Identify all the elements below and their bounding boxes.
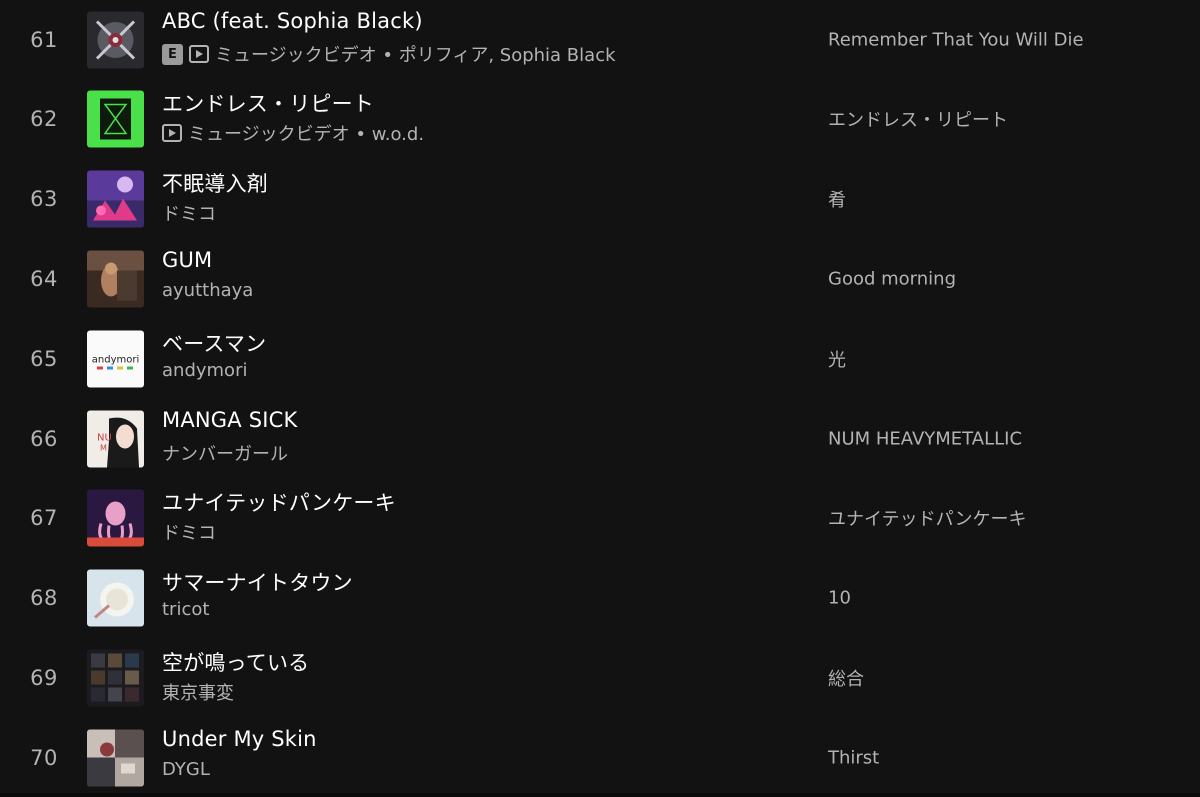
track-title[interactable]: ベースマン	[162, 328, 266, 358]
track-title[interactable]: エンドレス・リピート	[162, 88, 374, 118]
track-row[interactable]: 68 サマーナイトタウン tricot 10	[0, 558, 1200, 638]
bottom-divider	[0, 793, 1200, 797]
track-title[interactable]: ABC (feat. Sophia Black)	[162, 9, 423, 33]
track-subtitle-line: ayutthaya	[162, 280, 253, 301]
track-artist[interactable]: tricot	[162, 599, 209, 620]
track-album[interactable]: 肴	[828, 186, 846, 212]
track-row[interactable]: 61 ABC (feat. Sophia Black) E ミュージックビデオ • ポ…	[0, 0, 1200, 80]
track-subtitle-line: ナンバーガール	[162, 440, 288, 466]
track-number: 64	[30, 267, 58, 291]
track-album[interactable]: Thirst	[828, 748, 879, 769]
track-artist[interactable]: ナンバーガール	[162, 440, 288, 466]
track-row[interactable]: 64 GUM ayutthaya Good morning	[0, 239, 1200, 319]
track-row[interactable]: 69 空が鳴っている 東京事変 総合	[0, 638, 1200, 718]
track-subtitle-line: ミュージックビデオ • w.o.d.	[162, 120, 424, 146]
track-album[interactable]: Remember That You Will Die	[828, 30, 1084, 51]
track-subtitle-line: ドミコ	[162, 519, 216, 545]
track-number: 66	[30, 427, 58, 451]
album-art-num[interactable]: NU M	[87, 410, 144, 468]
svg-text:NU: NU	[97, 433, 112, 444]
track-subtitle-line: tricot	[162, 599, 209, 620]
album-art-10[interactable]	[87, 569, 144, 627]
track-row[interactable]: 62 エンドレス・リピート ミュージックビデオ • w.o.d. エンドレス・リピート	[0, 79, 1200, 159]
track-album[interactable]: 光	[828, 346, 846, 372]
track-title[interactable]: MANGA SICK	[162, 408, 297, 432]
album-art-thirst[interactable]	[87, 729, 144, 787]
explicit-badge: E	[162, 43, 183, 65]
track-album[interactable]: 総合	[828, 665, 864, 691]
track-title[interactable]: ユナイテッドパンケーキ	[162, 487, 396, 517]
track-list: 61 ABC (feat. Sophia Black) E ミュージックビデオ • ポ…	[0, 0, 1200, 797]
track-title[interactable]: サマーナイトタウン	[162, 567, 353, 597]
track-album[interactable]: ユナイテッドパンケーキ	[828, 505, 1027, 531]
album-art-fumin[interactable]	[87, 170, 144, 228]
track-artist[interactable]: ドミコ	[162, 519, 216, 545]
track-album[interactable]: NUM HEAVYMETALLIC	[828, 429, 1022, 450]
track-number: 61	[30, 28, 58, 52]
music-video-icon	[162, 124, 182, 142]
track-number: 70	[30, 746, 58, 770]
svg-text:M: M	[100, 444, 107, 453]
track-artist[interactable]: ミュージックビデオ • w.o.d.	[188, 120, 424, 146]
album-art-hikari[interactable]: andymori	[87, 330, 144, 388]
album-art-pancake[interactable]	[87, 489, 144, 547]
track-artist[interactable]: 東京事変	[162, 679, 234, 705]
track-number: 62	[30, 107, 58, 131]
track-artist[interactable]: ayutthaya	[162, 280, 253, 301]
album-art-sougou[interactable]	[87, 649, 144, 707]
track-artist[interactable]: andymori	[162, 360, 247, 381]
track-title[interactable]: 不眠導入剤	[162, 168, 268, 198]
track-artist[interactable]: ミュージックビデオ • ポリフィア, Sophia Black	[215, 41, 616, 67]
track-row[interactable]: 65 andymori ベースマン andymori 光	[0, 319, 1200, 399]
track-number: 68	[30, 586, 58, 610]
track-row[interactable]: 67 ユナイテッドパンケーキ ドミコ ユナイテッドパンケーキ	[0, 478, 1200, 558]
track-row[interactable]: 70 Under My Skin DYGL Thirst	[0, 718, 1200, 797]
track-row[interactable]: 66 NU M MANGA SICK ナンバーガール NUM HEAVYMETALLIC	[0, 399, 1200, 479]
track-title[interactable]: Under My Skin	[162, 727, 317, 751]
track-subtitle-line: andymori	[162, 360, 247, 381]
track-number: 65	[30, 347, 58, 371]
track-number: 63	[30, 187, 58, 211]
album-art-abc[interactable]	[87, 11, 144, 69]
music-video-icon	[189, 45, 209, 63]
track-subtitle-line: E ミュージックビデオ • ポリフィア, Sophia Black	[162, 41, 616, 67]
svg-text:andymori: andymori	[92, 355, 139, 366]
track-row[interactable]: 63 不眠導入剤 ドミコ 肴	[0, 159, 1200, 239]
track-subtitle-line: DYGL	[162, 759, 210, 780]
album-art-gum[interactable]	[87, 250, 144, 308]
track-title[interactable]: 空が鳴っている	[162, 647, 309, 677]
track-artist[interactable]: DYGL	[162, 759, 210, 780]
track-subtitle-line: 東京事変	[162, 679, 234, 705]
track-album[interactable]: Good morning	[828, 269, 956, 290]
track-subtitle-line: ドミコ	[162, 200, 216, 226]
track-number: 67	[30, 506, 58, 530]
track-number: 69	[30, 666, 58, 690]
track-title[interactable]: GUM	[162, 248, 212, 272]
track-album[interactable]: 10	[828, 588, 851, 609]
track-artist[interactable]: ドミコ	[162, 200, 216, 226]
track-album[interactable]: エンドレス・リピート	[828, 106, 1008, 132]
album-art-endless-repeat[interactable]	[87, 90, 144, 148]
